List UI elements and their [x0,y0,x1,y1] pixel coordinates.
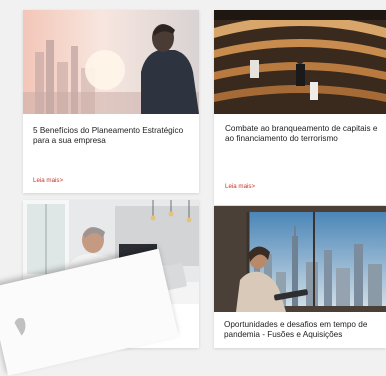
article-image[interactable] [214,10,386,114]
paper-mark-icon [14,318,26,336]
read-more-link[interactable]: Leia mais> [225,183,255,190]
read-more-link[interactable]: Leia mais> [33,177,63,184]
article-card[interactable]: 5 Benefícios do Planeamento Estratégico … [23,10,199,193]
article-card[interactable]: Oportunidades e desafios em tempo de pan… [214,206,386,348]
article-card[interactable]: Combate ao branqueamento de capitais e a… [214,10,386,205]
article-title[interactable]: Oportunidades e desafios em tempo de pan… [224,320,382,341]
article-image[interactable] [23,10,199,114]
article-title[interactable]: Combate ao branqueamento de capitais e a… [225,124,381,145]
article-image[interactable] [214,206,386,312]
article-title[interactable]: 5 Benefícios do Planeamento Estratégico … [33,126,191,147]
